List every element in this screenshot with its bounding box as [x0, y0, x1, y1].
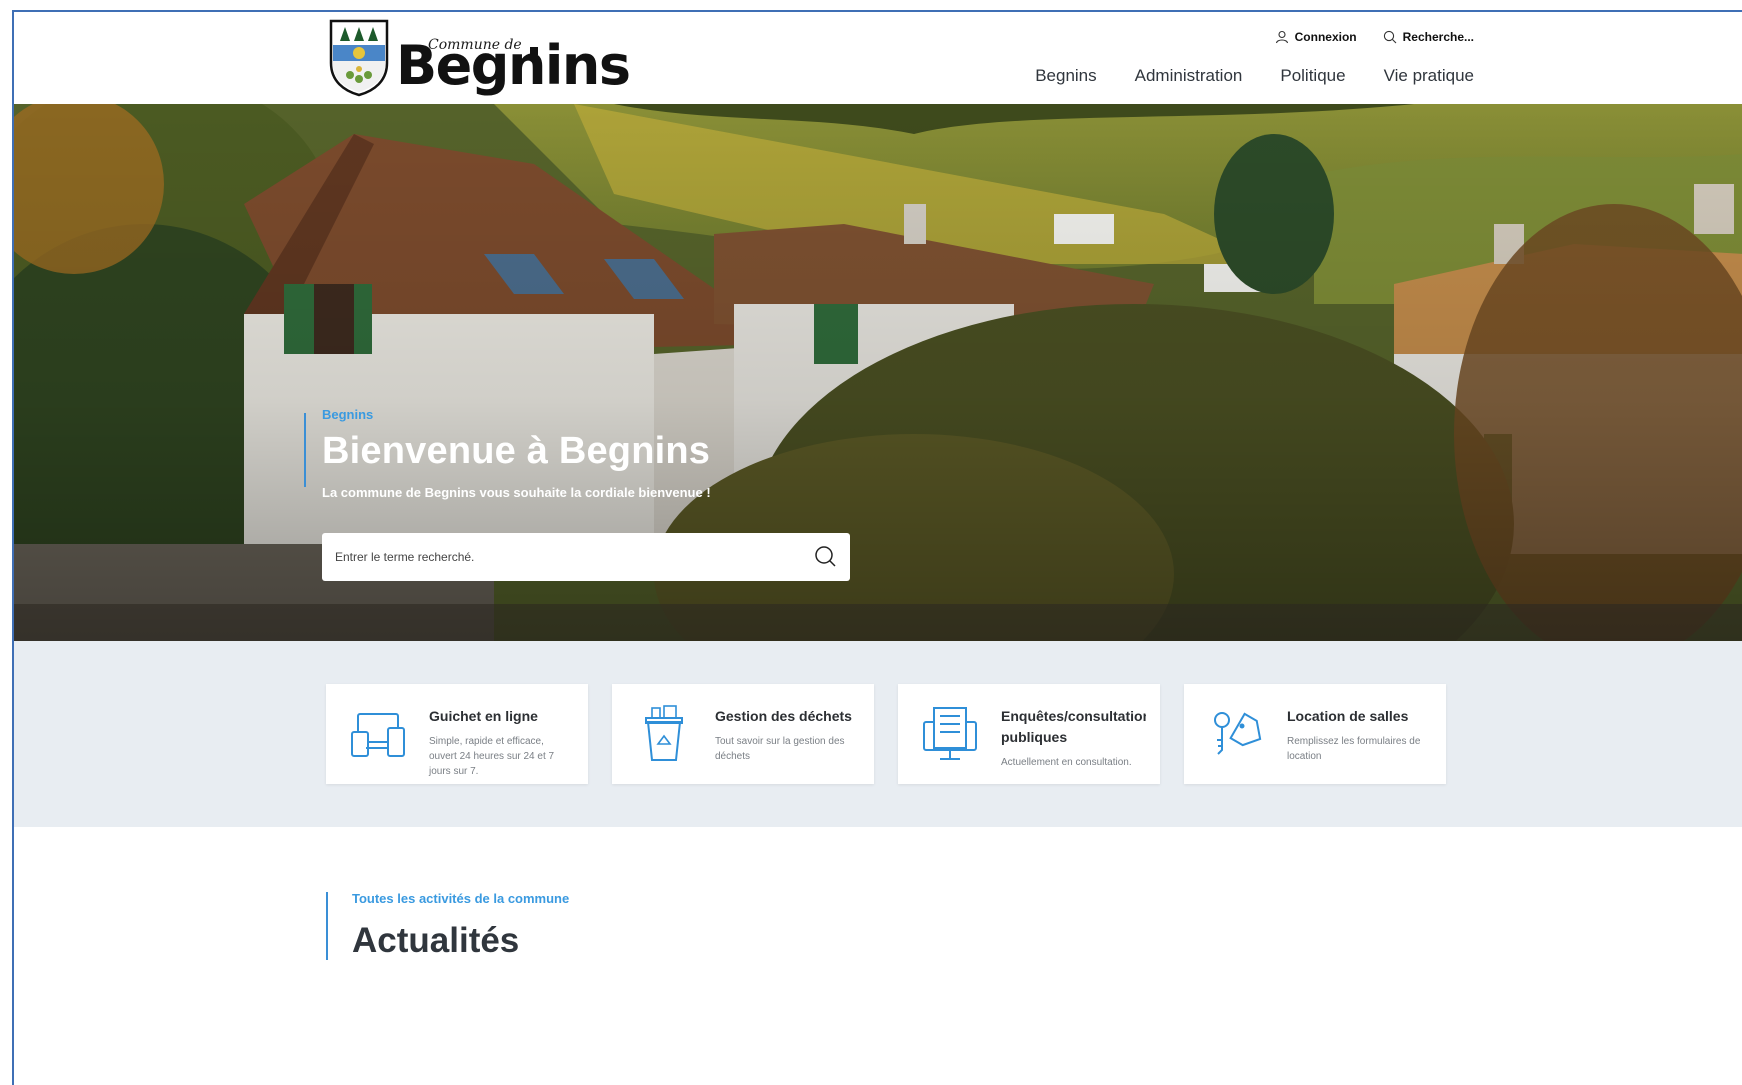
user-icon: [1275, 30, 1288, 44]
nav-item-begnins[interactable]: Begnins: [1035, 66, 1096, 86]
service-desc: Remplissez les formulaires de location: [1287, 736, 1421, 762]
news-kicker[interactable]: Toutes les activités de la commune: [352, 891, 569, 906]
search-link[interactable]: Recherche...: [1383, 30, 1474, 44]
search-label: Recherche...: [1402, 30, 1474, 44]
hero-accent-bar: [304, 413, 306, 487]
nav-item-administration[interactable]: Administration: [1135, 66, 1243, 86]
browser-viewport: Commune de Begnins Connexion Recherche..…: [12, 10, 1742, 1085]
monitor-document-icon: [923, 707, 977, 760]
service-card-location[interactable]: Location de salles Remplissez les formul…: [1184, 684, 1446, 784]
hero-title: Bienvenue à Begnins: [322, 430, 711, 472]
service-title: Enquêtes/consultations publiques: [1001, 708, 1146, 745]
hero-subtitle: La commune de Begnins vous souhaite la c…: [322, 485, 711, 500]
login-label: Connexion: [1294, 30, 1357, 44]
news-section: Toutes les activités de la commune Actua…: [14, 827, 1742, 1085]
service-card-guichet[interactable]: Guichet en ligne Simple, rapide et effic…: [326, 684, 588, 784]
hero-photo-village: [14, 104, 1742, 641]
keys-icon: [1214, 712, 1262, 755]
service-desc: Tout savoir sur la gestion des déchets: [715, 736, 845, 762]
service-desc: Actuellement en consultation.: [1001, 757, 1132, 768]
hero-search-button[interactable]: [802, 545, 850, 569]
hero-content: Begnins Bienvenue à Begnins La commune d…: [304, 407, 850, 581]
hero-search-input[interactable]: Entrer le terme recherché.: [335, 550, 802, 564]
site-logo[interactable]: Commune de Begnins: [328, 18, 631, 98]
logo-big-text: Begnins: [396, 34, 631, 97]
nav-item-politique[interactable]: Politique: [1280, 66, 1345, 86]
hero-search-box[interactable]: Entrer le terme recherché.: [322, 533, 850, 581]
service-card-enquetes[interactable]: Enquêtes/consultations publiques Actuell…: [898, 684, 1160, 784]
service-desc: Simple, rapide et efficace, ouvert 24 he…: [429, 736, 555, 777]
main-nav: Begnins Administration Politique Vie pra…: [1035, 66, 1474, 86]
news-title: Actualités: [352, 921, 520, 960]
login-link[interactable]: Connexion: [1275, 30, 1357, 44]
service-card-dechets[interactable]: Gestion des déchets Tout savoir sur la g…: [612, 684, 874, 784]
coat-of-arms-icon: [329, 19, 389, 97]
hero-banner: Begnins Bienvenue à Begnins La commune d…: [14, 104, 1742, 641]
search-icon: [1383, 30, 1397, 44]
service-title: Gestion des déchets: [715, 708, 852, 724]
site-header: Commune de Begnins Connexion Recherche..…: [14, 12, 1742, 104]
service-title: Guichet en ligne: [429, 708, 538, 724]
recycling-bin-icon: [645, 705, 683, 761]
news-accent-bar: [326, 892, 328, 960]
hero-kicker: Begnins: [322, 407, 374, 422]
devices-icon: [351, 713, 405, 757]
search-icon: [815, 546, 836, 567]
services-section: Guichet en ligne Simple, rapide et effic…: [14, 641, 1742, 827]
utility-nav: Connexion Recherche...: [1275, 30, 1474, 44]
service-title: Location de salles: [1287, 708, 1409, 724]
nav-item-vie-pratique[interactable]: Vie pratique: [1384, 66, 1474, 86]
logo-wordmark: Commune de Begnins: [396, 19, 631, 97]
